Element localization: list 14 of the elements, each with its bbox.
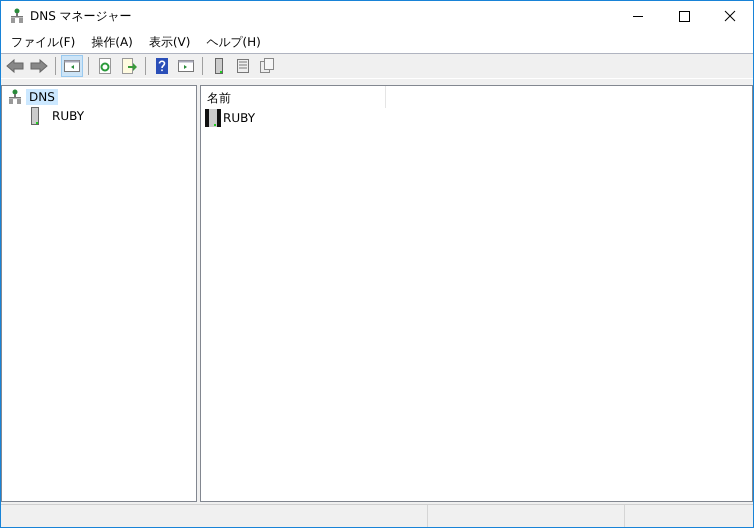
- window-panel-icon[interactable]: [61, 55, 83, 77]
- menu-item[interactable]: ヘルプ(H): [206, 34, 261, 50]
- menu-item[interactable]: 操作(A): [91, 34, 133, 50]
- network-icon: [8, 88, 22, 104]
- server-icon: [30, 106, 40, 124]
- tree-item[interactable]: DNS: [26, 88, 58, 104]
- menu-item[interactable]: 表示(V): [148, 34, 190, 50]
- window-title: DNS マネージャー: [30, 8, 132, 24]
- column-header[interactable]: 名前: [201, 86, 386, 108]
- menu-item[interactable]: ファイル(F): [11, 34, 76, 50]
- server-icon: [205, 109, 221, 127]
- tree-item[interactable]: RUBY: [49, 108, 88, 124]
- list-item[interactable]: RUBY: [223, 111, 256, 125]
- network-icon: [10, 8, 24, 24]
